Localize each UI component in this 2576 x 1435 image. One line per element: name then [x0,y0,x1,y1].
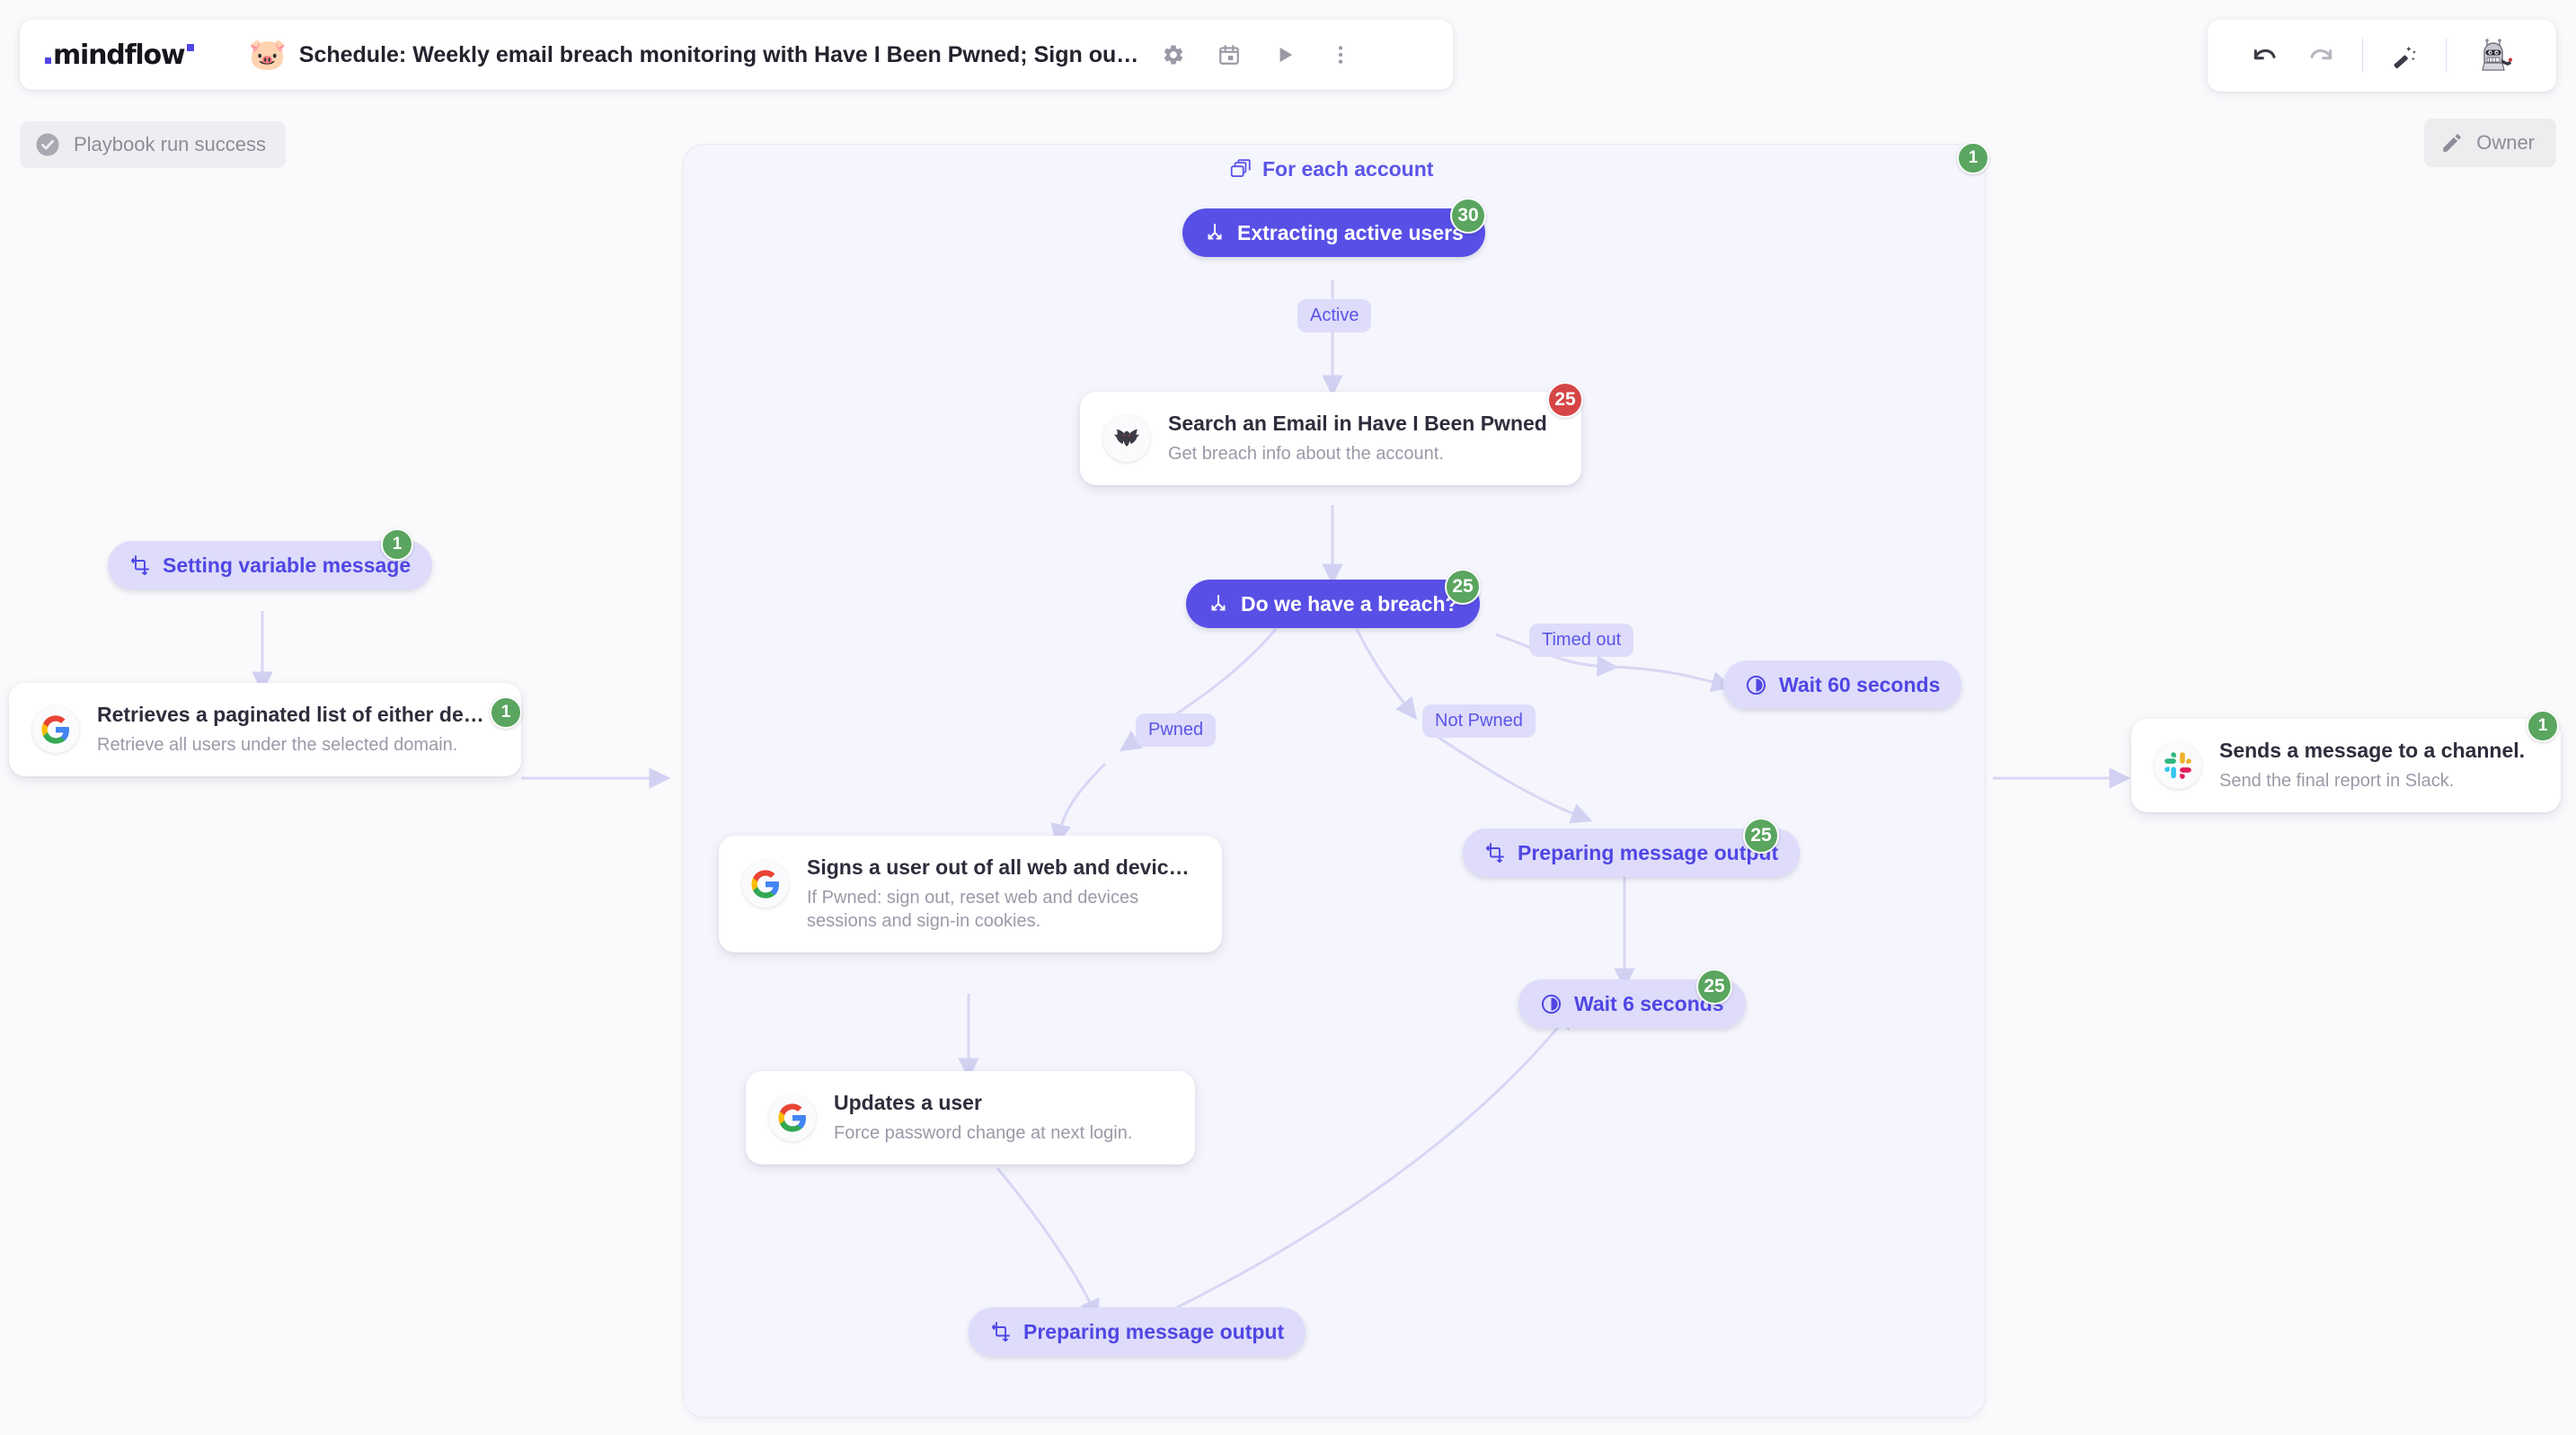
loop-badge: 1 [1957,142,1989,174]
logo-accent-square [45,57,51,64]
more-vertical-icon[interactable] [1329,43,1352,66]
edge-label-pwned: Pwned [1136,713,1217,747]
playbook-run-status[interactable]: Playbook run success [20,121,286,168]
node-text: Search an Email in Have I Been Pwned Get… [1168,412,1547,465]
edge-label-timed-out: Timed out [1529,624,1634,657]
loop-label-text: For each account [1262,157,1434,181]
node-title: Search an Email in Have I Been Pwned [1168,412,1547,435]
node-subtitle: Send the final report in Slack. [2219,771,2455,791]
pencil-icon [2443,134,2461,152]
node-updates-a-user[interactable]: Updates a user Force password change at … [746,1071,1195,1165]
loop-label: For each account [1229,157,1433,182]
undo-icon[interactable] [2251,41,2279,70]
node-badge-do-we-have-a-breach: 25 [1445,569,1481,605]
node-text: Retrieves a paginated list of either de…… [97,703,484,757]
node-badge-search-email-hibp: 25 [1547,382,1583,418]
node-label: Wait 60 seconds [1779,672,1941,696]
transform-icon [130,555,149,576]
node-label: Do we have a breach? [1241,591,1458,616]
for-each-loop-container[interactable] [683,144,1986,1418]
node-subtitle: Force password change at next login. [834,1123,1133,1143]
node-text: Signs a user out of all web and devic… I… [807,855,1199,933]
stacked-cards-icon [1230,158,1251,177]
owner-chip[interactable]: Owner [2424,119,2556,167]
header-actions [1162,43,1352,66]
node-badge-setting-variable-message: 1 [381,528,413,561]
node-badge-retrieves-paginated-list: 1 [490,696,522,729]
node-title: Signs a user out of all web and devic… [807,855,1190,879]
google-icon [742,861,789,908]
node-extracting-active-users[interactable]: Extracting active users [1182,208,1485,257]
node-subtitle: Get breach info about the account. [1168,444,1444,464]
node-sends-message-to-channel[interactable]: Sends a message to a channel. Send the f… [2131,719,2561,812]
playbook-emoji: 🐷 [248,38,287,72]
node-title: Updates a user [834,1091,982,1114]
edge-label-active: Active [1297,299,1372,332]
branch-icon [1208,224,1222,240]
toolbar-divider-1 [2362,39,2363,73]
calendar-icon[interactable] [1217,43,1241,66]
bender-avatar-icon[interactable] [2474,36,2513,75]
redo-icon[interactable] [2306,41,2335,70]
playbook-title[interactable]: Schedule: Weekly email breach monitoring… [299,42,1138,68]
owner-label: Owner [2476,131,2535,154]
node-subtitle: Retrieve all users under the selected do… [97,735,458,755]
play-icon[interactable] [1273,43,1297,66]
canvas-toolbar [2208,20,2556,92]
transform-icon [991,1322,1010,1342]
node-signs-user-out[interactable]: Signs a user out of all web and devic… I… [719,836,1222,952]
node-title: Retrieves a paginated list of either de… [97,703,484,726]
node-badge-preparing-message-output-right: 25 [1743,818,1779,854]
node-retrieves-paginated-list[interactable]: Retrieves a paginated list of either de…… [9,683,521,776]
mindflow-logo[interactable]: mindflow [45,39,195,71]
edge-label-not-pwned: Not Pwned [1422,704,1536,738]
node-label: Setting variable message [163,553,412,577]
google-icon [769,1094,816,1141]
node-label: Extracting active users [1237,220,1464,244]
node-text: Sends a message to a channel. Send the f… [2219,739,2525,793]
node-label: Preparing message output [1518,840,1779,864]
node-title: Sends a message to a channel. [2219,739,2526,762]
node-preparing-message-output-bottom[interactable]: Preparing message output [969,1307,1306,1356]
check-circle-icon [36,133,59,156]
clock-icon [1746,675,1766,695]
branch-icon [1211,595,1226,611]
clock-icon [1541,994,1562,1014]
logo-accent-square-2 [187,43,195,51]
hibp-bat-icon [1103,415,1150,462]
node-wait-60-seconds[interactable]: Wait 60 seconds [1723,660,1962,709]
node-search-email-hibp[interactable]: Search an Email in Have I Been Pwned Get… [1080,392,1581,485]
google-icon [32,706,79,753]
run-status-label: Playbook run success [74,133,266,155]
slack-icon [2155,742,2201,789]
transform-icon [1485,843,1504,864]
node-badge-wait-6-seconds: 25 [1696,969,1732,1005]
magic-wand-icon[interactable] [2390,41,2419,70]
node-badge-sends-message-to-channel: 1 [2527,710,2559,742]
node-do-we-have-a-breach[interactable]: Do we have a breach? [1186,580,1480,628]
node-subtitle: If Pwned: sign out, reset web and device… [807,888,1139,931]
node-label: Preparing message output [1023,1319,1285,1343]
playbook-header-bar: mindflow 🐷 Schedule: Weekly email breach… [20,20,1453,90]
node-badge-extracting-active-users: 30 [1450,198,1486,234]
logo-wordmark: mindflow [53,39,186,71]
node-text: Updates a user Force password change at … [834,1091,1132,1145]
gear-icon[interactable] [1162,43,1185,66]
toolbar-divider-2 [2446,39,2447,73]
